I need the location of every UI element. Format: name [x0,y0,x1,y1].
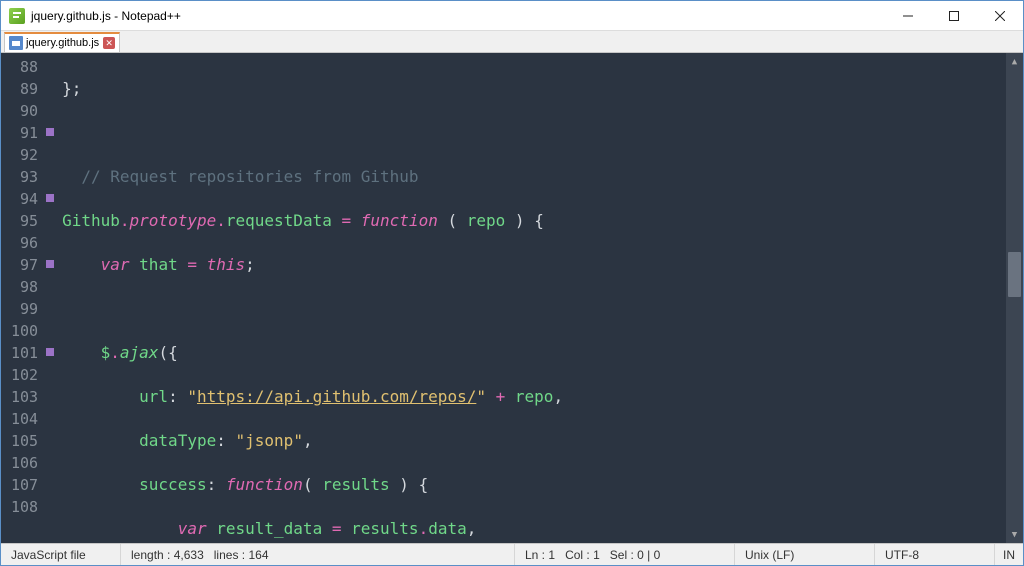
window-controls [885,1,1023,30]
line-number: 96 [11,232,38,254]
fold-marker [44,408,58,430]
disk-icon [9,36,23,50]
fold-marker [44,386,58,408]
app-icon [9,8,25,24]
fold-marker [44,452,58,474]
line-number-gutter: 8889909192939495969798991001011021031041… [1,53,44,543]
scroll-track[interactable] [1006,70,1023,526]
tab-label: jquery.github.js [26,37,99,49]
fold-marker [44,474,58,496]
tab-close-icon[interactable]: ✕ [103,37,115,49]
status-cursor-position: Ln : 1 Col : 1 Sel : 0 | 0 [515,544,735,565]
fold-marker [44,100,58,122]
fold-marker [44,430,58,452]
line-number: 97 [11,254,38,276]
status-eol[interactable]: Unix (LF) [735,544,875,565]
fold-marker [44,320,58,342]
code-editor[interactable]: 8889909192939495969798991001011021031041… [1,53,1023,543]
line-number: 94 [11,188,38,210]
fold-marker [44,364,58,386]
fold-column[interactable] [44,53,58,543]
code-area[interactable]: }; // Request repositories from Github G… [58,53,1006,543]
close-button[interactable] [977,1,1023,31]
scroll-thumb[interactable] [1008,252,1021,297]
fold-marker[interactable] [44,188,58,210]
fold-marker [44,78,58,100]
line-number: 88 [11,56,38,78]
file-tab[interactable]: jquery.github.js ✕ [4,32,120,52]
vertical-scrollbar[interactable]: ▲ ▼ [1006,53,1023,543]
fold-marker[interactable] [44,254,58,276]
line-number: 102 [11,364,38,386]
line-number: 103 [11,386,38,408]
fold-marker [44,232,58,254]
fold-marker[interactable] [44,122,58,144]
window-titlebar: jquery.github.js - Notepad++ [1,1,1023,31]
scroll-down-icon[interactable]: ▼ [1006,526,1023,543]
line-number: 100 [11,320,38,342]
fold-marker [44,210,58,232]
tab-bar: jquery.github.js ✕ [1,31,1023,53]
line-number: 104 [11,408,38,430]
line-number: 108 [11,496,38,518]
scroll-up-icon[interactable]: ▲ [1006,53,1023,70]
fold-marker [44,166,58,188]
line-number: 90 [11,100,38,122]
line-number: 91 [11,122,38,144]
status-length-lines: length : 4,633 lines : 164 [121,544,515,565]
line-number: 106 [11,452,38,474]
window-title: jquery.github.js - Notepad++ [31,9,885,23]
line-number: 98 [11,276,38,298]
line-number: 89 [11,78,38,100]
fold-marker [44,298,58,320]
line-number: 92 [11,144,38,166]
fold-marker [44,496,58,518]
line-number: 107 [11,474,38,496]
line-number: 105 [11,430,38,452]
fold-marker [44,276,58,298]
maximize-button[interactable] [931,1,977,31]
fold-marker [44,144,58,166]
line-number: 99 [11,298,38,320]
status-encoding[interactable]: UTF-8 [875,544,995,565]
line-number: 95 [11,210,38,232]
status-language: JavaScript file [1,544,121,565]
minimize-button[interactable] [885,1,931,31]
status-input-mode[interactable]: IN [995,544,1023,565]
line-number: 101 [11,342,38,364]
line-number: 93 [11,166,38,188]
status-bar: JavaScript file length : 4,633 lines : 1… [1,543,1023,565]
fold-marker[interactable] [44,342,58,364]
fold-marker [44,56,58,78]
